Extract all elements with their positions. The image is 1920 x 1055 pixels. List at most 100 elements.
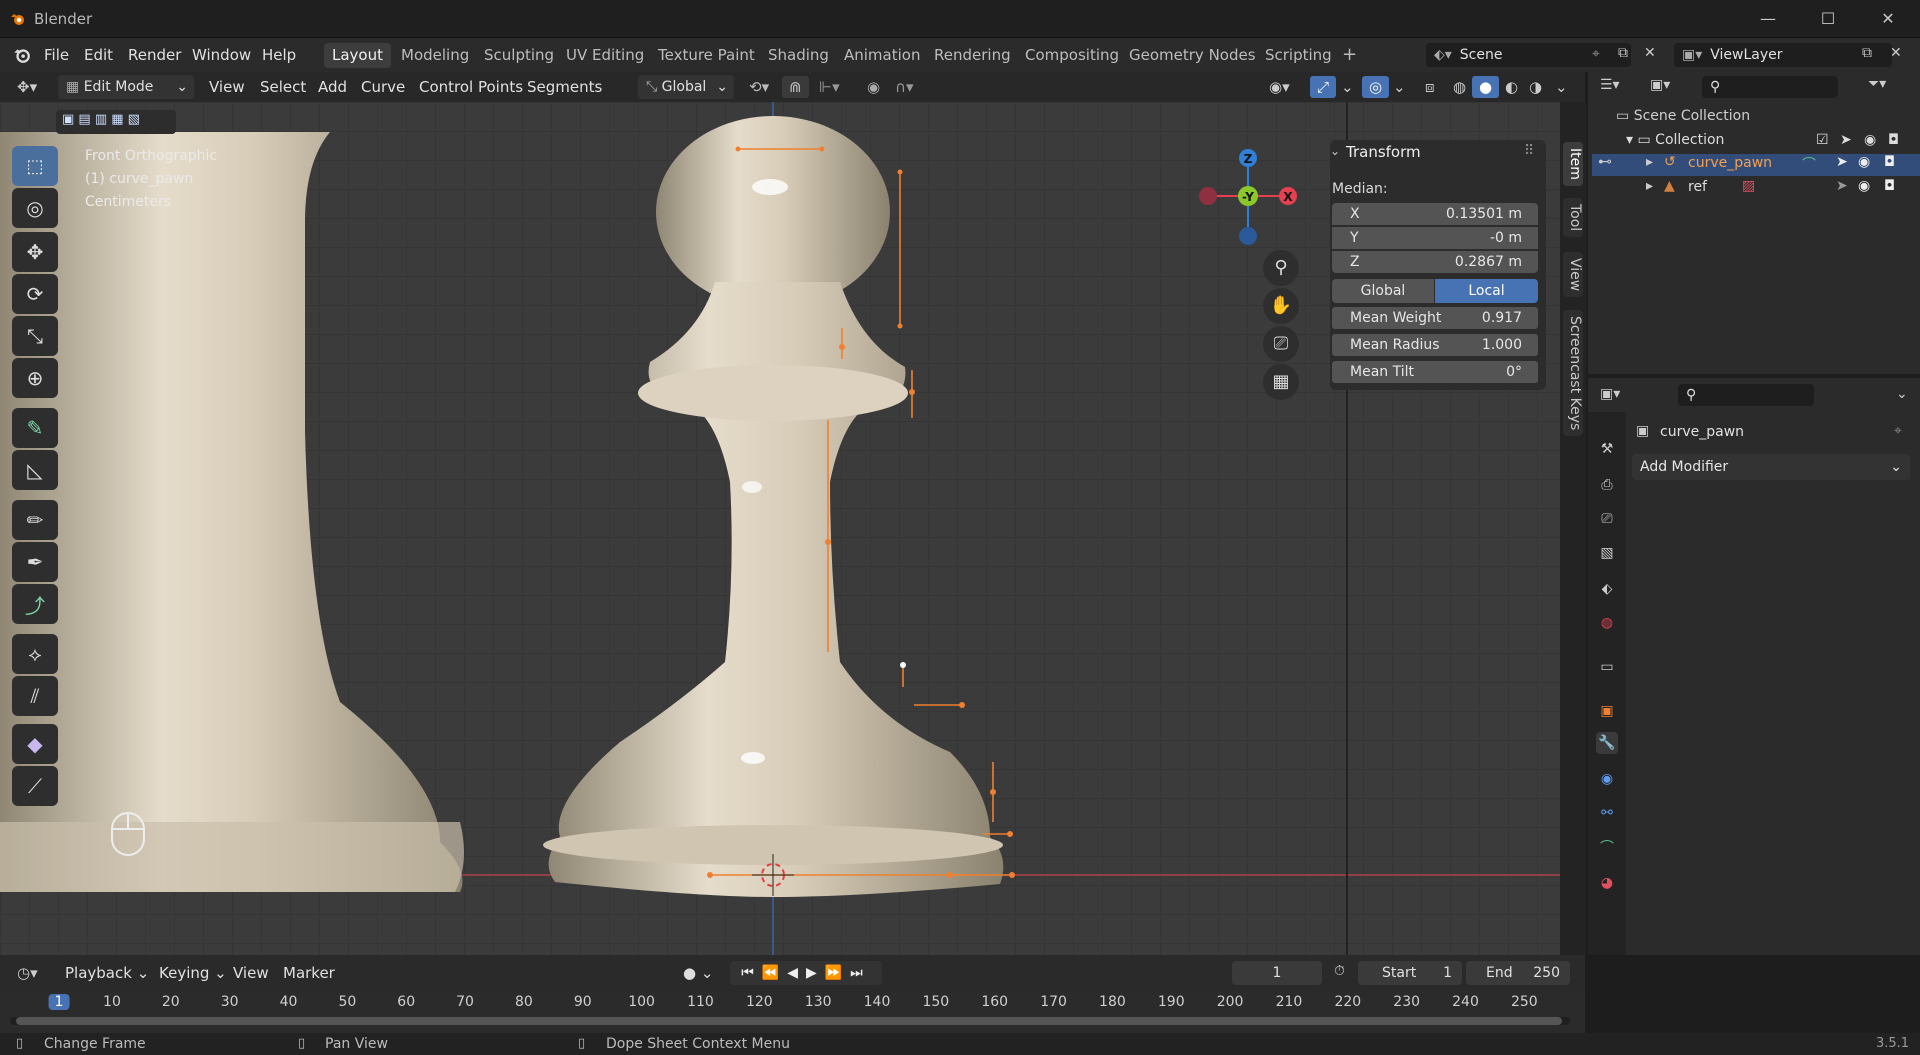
outliner-item-ref[interactable]: ▸ ▲ ref ▨ ➤ ◉ ◘ xyxy=(1592,178,1920,200)
select-arrow-icon[interactable]: ➤ xyxy=(1836,154,1848,170)
menu-keying[interactable]: Keying ⌄ xyxy=(152,962,234,984)
menu-timeline-view[interactable]: View xyxy=(226,962,276,984)
outliner-item-curve-pawn[interactable]: ⊷ ▸ ↺ curve_pawn ⌒ ➤ ◉ ◘ xyxy=(1592,154,1920,176)
new-scene-icon[interactable]: ⧉ xyxy=(1618,45,1628,61)
mean-tilt-field[interactable]: Mean Tilt 0° xyxy=(1332,361,1538,383)
chevron-down-icon[interactable]: ⌄ xyxy=(1334,76,1361,98)
mode-selector[interactable]: ▦ Edit Mode ⌄ xyxy=(58,75,194,99)
tab-uv-editing[interactable]: UV Editing xyxy=(558,43,652,68)
outliner-search-input[interactable]: ⚲ xyxy=(1702,76,1838,98)
delete-scene-icon[interactable]: ✕ xyxy=(1644,45,1656,61)
tab-geometry-nodes[interactable]: Geometry Nodes xyxy=(1121,43,1264,68)
select-arrow-icon[interactable]: ➤ xyxy=(1836,178,1848,194)
tab-rendering[interactable]: Rendering xyxy=(926,43,1019,68)
tab-screencast-keys[interactable]: Screencast Keys xyxy=(1563,310,1583,437)
pan-hand-icon[interactable]: ✋ xyxy=(1263,288,1299,324)
falloff-icon[interactable]: ∩▾ xyxy=(888,76,921,98)
menu-segments[interactable]: Segments xyxy=(520,76,609,98)
checkbox-icon[interactable]: ☑ xyxy=(1816,132,1829,148)
median-x-field[interactable]: X 0.13501 m xyxy=(1332,203,1538,225)
scene-selector[interactable]: ⬖▾ Scene xyxy=(1426,43,1631,67)
tab-tool[interactable]: Tool xyxy=(1563,198,1583,238)
snap-icon[interactable]: ⋒ xyxy=(782,76,809,98)
close-icon[interactable]: ✕ xyxy=(1868,6,1908,32)
wireframe-shading-icon[interactable]: ◍ xyxy=(1446,76,1473,98)
playback-controls[interactable]: ⏮⏪◀▶⏩⏭ xyxy=(730,961,882,985)
output-props-icon[interactable]: ⎚ xyxy=(1596,508,1618,530)
curve-data-props-icon[interactable]: ⌒ xyxy=(1596,836,1618,858)
tab-item[interactable]: Item xyxy=(1563,142,1583,186)
viewlayer-selector[interactable]: ▣▾ ViewLayer xyxy=(1674,43,1892,67)
menu-curve[interactable]: Curve xyxy=(354,76,412,98)
eye-icon[interactable]: ◉ xyxy=(1858,178,1870,194)
menu-select[interactable]: Select xyxy=(253,76,313,98)
add-workspace-icon[interactable]: + xyxy=(1336,44,1363,66)
xray-icon[interactable]: ⧈ xyxy=(1418,76,1442,98)
select-arrow-icon[interactable]: ➤ xyxy=(1840,132,1852,148)
menu-view[interactable]: View xyxy=(202,76,252,98)
drag-handle-icon[interactable]: ⠿ xyxy=(1524,143,1534,159)
menu-edit[interactable]: Edit xyxy=(78,44,119,66)
tab-texture-paint[interactable]: Texture Paint xyxy=(650,43,763,68)
tab-scripting[interactable]: Scripting xyxy=(1257,43,1340,68)
median-z-field[interactable]: Z 0.2867 m xyxy=(1332,251,1538,273)
draw-tool[interactable]: ✏ xyxy=(12,500,58,540)
menu-window[interactable]: Window xyxy=(186,44,257,66)
scene-collection-row[interactable]: ▭ Scene Collection xyxy=(1616,108,1750,124)
render-camera-icon[interactable]: ◘ xyxy=(1884,178,1895,194)
snap-target-icon[interactable]: ⊩▾ xyxy=(812,76,847,98)
median-y-field[interactable]: Y -0 m xyxy=(1332,227,1538,249)
chevron-down-icon[interactable]: ⌄ xyxy=(1548,76,1575,98)
local-toggle[interactable]: Local xyxy=(1435,279,1538,303)
tab-shading[interactable]: Shading xyxy=(760,43,837,68)
measure-tool[interactable]: ◺ xyxy=(12,450,58,490)
blender-menu-icon[interactable] xyxy=(12,46,32,64)
proportional-edit-icon[interactable]: ◉ xyxy=(860,76,887,98)
menu-render[interactable]: Render xyxy=(122,44,187,66)
solid-shading-icon[interactable]: ● xyxy=(1472,76,1500,98)
menu-add[interactable]: Add xyxy=(311,76,354,98)
render-camera-icon[interactable]: ◘ xyxy=(1888,132,1899,148)
rotate-tool[interactable]: ⟳ xyxy=(12,274,58,314)
collapse-chevron-icon[interactable]: ⌄ xyxy=(1330,144,1340,158)
grid-toggle-icon[interactable]: ▦ xyxy=(1263,364,1299,400)
pin-icon[interactable]: ⌖ xyxy=(1592,46,1600,62)
gizmo-toggle-icon[interactable]: ⤢ xyxy=(1310,76,1337,98)
select-box-tool[interactable]: ⬚ xyxy=(12,146,58,186)
record-icon[interactable]: ● ⌄ xyxy=(676,962,720,984)
move-tool[interactable]: ✥ xyxy=(12,232,58,272)
view-layer-props-icon[interactable]: ▧ xyxy=(1596,542,1618,564)
modifier-wrench-icon[interactable]: 🔧 xyxy=(1596,732,1618,754)
scale-tool[interactable]: ⤡ xyxy=(12,316,58,356)
tab-compositing[interactable]: Compositing xyxy=(1017,43,1127,68)
start-frame-field[interactable]: Start 1 xyxy=(1358,961,1462,985)
minimize-icon[interactable]: — xyxy=(1748,6,1788,32)
pen-tool[interactable]: ✒ xyxy=(12,542,58,582)
current-frame-field[interactable]: 1 xyxy=(1232,961,1322,985)
menu-playback[interactable]: Playback ⌄ xyxy=(58,962,156,984)
object-props-icon[interactable]: ▣ xyxy=(1596,700,1618,722)
visibility-icon[interactable]: ◉▾ xyxy=(1262,76,1297,98)
eye-icon[interactable]: ◉ xyxy=(1864,132,1876,148)
zoom-icon[interactable]: ⚲ xyxy=(1263,250,1299,286)
radius-tool[interactable]: ⟡ xyxy=(12,634,58,674)
add-modifier-button[interactable]: Add Modifier ⌄ xyxy=(1632,454,1910,480)
stopwatch-icon[interactable]: ⏱ xyxy=(1334,963,1345,979)
3d-viewport[interactable]: ▣ ▤ ▥ ▦ ▧ Front Orthographic (1) curve_p… xyxy=(0,102,1560,955)
mean-weight-field[interactable]: Mean Weight 0.917 xyxy=(1332,307,1538,329)
pin-icon[interactable]: ⌖ xyxy=(1894,423,1902,439)
global-toggle[interactable]: Global xyxy=(1332,279,1434,303)
rendered-shading-icon[interactable]: ◑ xyxy=(1522,76,1549,98)
end-frame-field[interactable]: End 250 xyxy=(1466,961,1570,985)
orientation-selector[interactable]: ⤡ Global ⌄ xyxy=(638,75,734,99)
randomize-tool[interactable]: ◆ xyxy=(12,724,58,764)
annotate-tool[interactable]: ✎ xyxy=(12,408,58,448)
physics-props-icon[interactable]: ◉ xyxy=(1596,768,1618,790)
timeline-scrollbar[interactable] xyxy=(10,1017,1570,1025)
navigation-gizmo[interactable]: Z X -Y xyxy=(1192,144,1304,256)
delete-viewlayer-icon[interactable]: ✕ xyxy=(1890,45,1902,61)
outliner-editor-icon[interactable]: ☰▾ xyxy=(1600,77,1620,93)
render-props-icon[interactable]: ⎙ xyxy=(1596,474,1618,496)
timeline-ruler[interactable]: 1 10 20 30 40 50 60 70 80 90 100 110 120 130 140 150 160… xyxy=(0,991,1585,1033)
tab-animation[interactable]: Animation xyxy=(836,43,928,68)
